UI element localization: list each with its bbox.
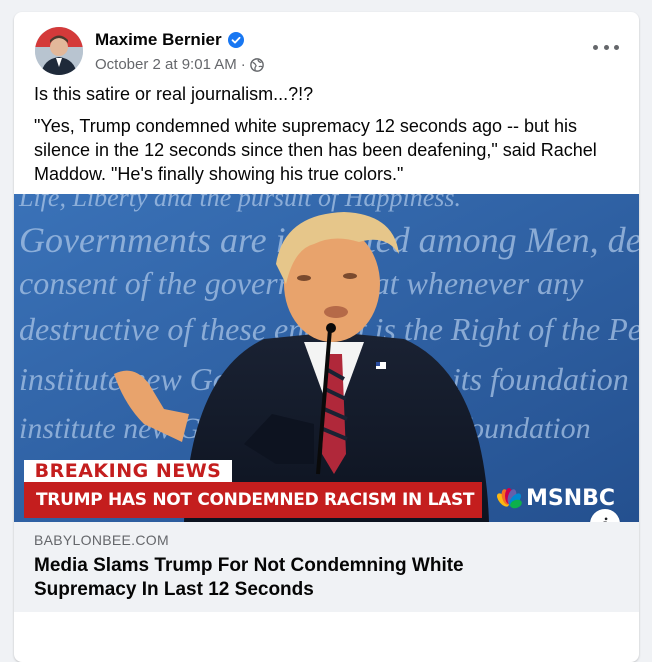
- breaking-news-banner: TRUMP HAS NOT CONDEMNED RACISM IN LAST 1…: [24, 482, 482, 518]
- script-line-0: Life, Liberty and the pursuit of Happine…: [18, 194, 461, 212]
- verified-badge-icon: [227, 32, 244, 48]
- post-text-line2: "Yes, Trump condemned white supremacy 12…: [34, 116, 597, 184]
- more-options-icon[interactable]: [593, 40, 619, 54]
- post-card: Maxime Bernier October 2 at 9:01 AM · Is…: [14, 12, 639, 662]
- post-timestamp[interactable]: October 2 at 9:01 AM: [95, 56, 237, 73]
- author-name[interactable]: Maxime Bernier: [95, 30, 222, 50]
- network-logo: MSNBC: [494, 486, 615, 511]
- peacock-icon: [497, 487, 522, 508]
- author-avatar[interactable]: [35, 27, 83, 75]
- breaking-news-label: BREAKING NEWS: [24, 460, 232, 482]
- post-header: Maxime Bernier October 2 at 9:01 AM ·: [14, 12, 639, 82]
- link-preview[interactable]: BABYLONBEE.COM Media Slams Trump For Not…: [14, 522, 639, 612]
- post-image[interactable]: Life, Liberty and the pursuit of Happine…: [14, 194, 639, 522]
- post-text-line1: Is this satire or real journalism...?!?: [34, 84, 314, 104]
- network-name: MSNBC: [526, 486, 616, 511]
- post-text: Is this satire or real journalism...?!? …: [14, 82, 639, 186]
- globe-icon[interactable]: [249, 57, 264, 72]
- meta-separator: ·: [240, 56, 246, 73]
- link-headline[interactable]: Media Slams Trump For Not Condemning Whi…: [34, 554, 554, 602]
- link-domain: BABYLONBEE.COM: [34, 532, 169, 548]
